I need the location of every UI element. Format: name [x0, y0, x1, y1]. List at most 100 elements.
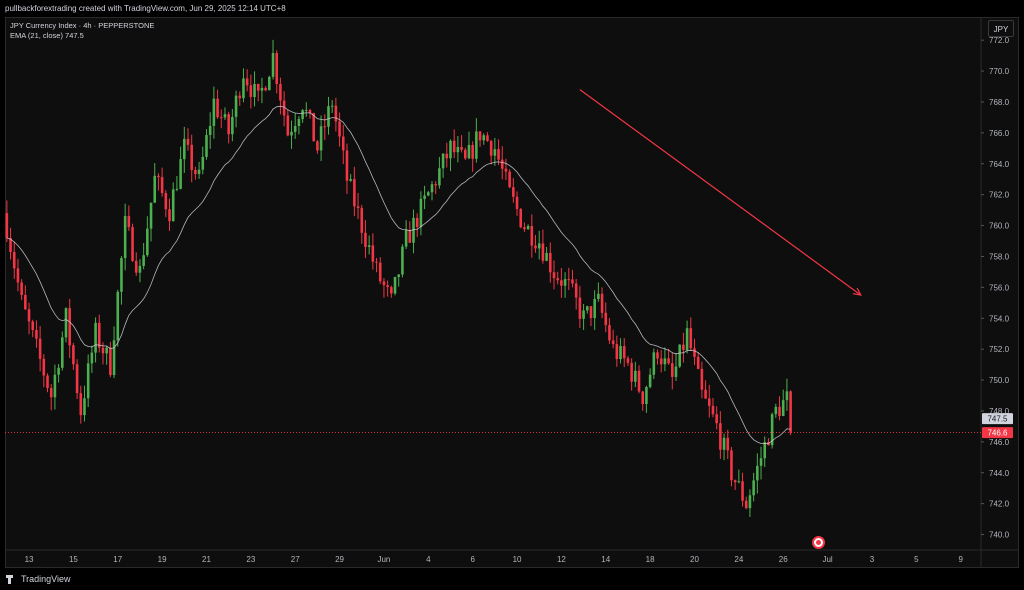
- candle-body: [264, 87, 267, 91]
- candle-body: [134, 260, 138, 273]
- candle-body: [49, 388, 53, 398]
- last-price-label: 746.6: [987, 429, 1008, 438]
- candle-body: [744, 500, 748, 509]
- candle-body: [549, 252, 552, 273]
- candle-body: [316, 141, 319, 151]
- candle-body: [515, 196, 519, 210]
- candle-body: [434, 184, 437, 186]
- tradingview-logo[interactable]: TradingView: [6, 574, 71, 584]
- candle-body: [341, 136, 345, 151]
- price-tick-label: 754.0: [989, 314, 1010, 323]
- candle-body: [685, 328, 689, 351]
- candle-body: [312, 112, 315, 142]
- candle-body: [456, 146, 460, 153]
- candle-body: [275, 53, 279, 84]
- candle-body: [364, 232, 367, 247]
- candle-body: [353, 179, 356, 207]
- candle-body: [752, 480, 755, 496]
- candle-body: [489, 141, 493, 156]
- tradingview-logo-icon: [6, 574, 18, 584]
- footer-brand: TradingView: [21, 574, 71, 584]
- price-tick-label: 752.0: [989, 345, 1010, 354]
- economic-event-icon[interactable]: [812, 536, 825, 549]
- candle-body: [5, 213, 9, 238]
- price-tick-label: 762.0: [989, 191, 1010, 200]
- candle-body: [608, 325, 611, 341]
- candle-body: [593, 298, 596, 319]
- candle-body: [696, 356, 700, 369]
- candle-body: [79, 393, 83, 416]
- candle-body: [704, 389, 707, 399]
- candle-body: [223, 114, 227, 118]
- candle-body: [390, 287, 393, 294]
- candle-body: [419, 198, 423, 228]
- candle-body: [97, 322, 101, 348]
- candle-body: [401, 246, 404, 275]
- candle-body: [441, 153, 445, 169]
- time-tick-label: 12: [557, 555, 566, 564]
- candle-body: [46, 375, 49, 389]
- ema-legend[interactable]: EMA (21, close) 747.5: [10, 31, 154, 41]
- candle-body: [427, 192, 430, 196]
- candle-body: [545, 252, 548, 261]
- candle-body: [208, 125, 212, 136]
- candle-body: [216, 98, 219, 118]
- candle-body: [24, 294, 27, 310]
- time-tick-label: 20: [690, 555, 699, 564]
- candle-body: [242, 78, 245, 99]
- candle-body: [452, 140, 456, 153]
- candle-body: [142, 255, 145, 266]
- candle-body: [61, 337, 64, 368]
- footer: TradingView: [0, 568, 1024, 590]
- time-tick-label: 23: [246, 555, 255, 564]
- candle-body: [57, 367, 60, 375]
- candle-body: [360, 208, 364, 233]
- candle-body: [268, 76, 271, 91]
- symbol-legend[interactable]: JPY Currency Index · 4h · PEPPERSTONE: [10, 21, 154, 31]
- candle-body: [423, 195, 426, 199]
- candle-body: [367, 245, 371, 247]
- time-tick-label: 29: [335, 555, 344, 564]
- candle-body: [171, 189, 175, 222]
- candle-body: [20, 282, 23, 295]
- candle-body: [301, 110, 304, 120]
- candle-body: [227, 114, 230, 135]
- time-tick-label: 9: [958, 555, 963, 564]
- candle-body: [271, 53, 275, 77]
- candle-body: [164, 193, 168, 210]
- candle-body: [460, 146, 463, 150]
- candle-body: [449, 140, 452, 159]
- time-tick-label: 15: [69, 555, 78, 564]
- candle-body: [201, 156, 205, 170]
- candle-body: [563, 279, 567, 286]
- candle-body: [408, 229, 412, 243]
- candle-body: [319, 126, 323, 151]
- candle-body: [349, 179, 352, 181]
- candle-body: [75, 364, 79, 394]
- candle-body: [186, 138, 190, 145]
- candle-body: [194, 169, 197, 175]
- candle-body: [231, 116, 234, 135]
- candle-body: [397, 274, 401, 277]
- candle-body: [146, 228, 149, 256]
- candle-body: [652, 352, 656, 375]
- candle-body: [53, 374, 57, 398]
- candle-body: [327, 106, 330, 127]
- price-chart[interactable]: 740.0742.0744.0746.0748.0750.0752.0754.0…: [5, 17, 1019, 568]
- candle-body: [571, 279, 574, 284]
- candle-body: [138, 265, 142, 273]
- candle-body: [160, 177, 164, 194]
- price-tick-label: 742.0: [989, 500, 1010, 509]
- time-tick-label: 21: [202, 555, 211, 564]
- time-tick-label: 17: [113, 555, 122, 564]
- currency-scale-button[interactable]: JPY: [988, 20, 1014, 37]
- candle-body: [382, 281, 386, 286]
- trend-line-arrow: [579, 89, 862, 296]
- candle-body: [785, 391, 789, 401]
- candle-body: [759, 458, 763, 466]
- candle-body: [748, 495, 752, 509]
- candle-body: [671, 363, 674, 377]
- candle-body: [648, 374, 652, 387]
- candle-body: [64, 308, 68, 338]
- time-tick-label: 13: [25, 555, 34, 564]
